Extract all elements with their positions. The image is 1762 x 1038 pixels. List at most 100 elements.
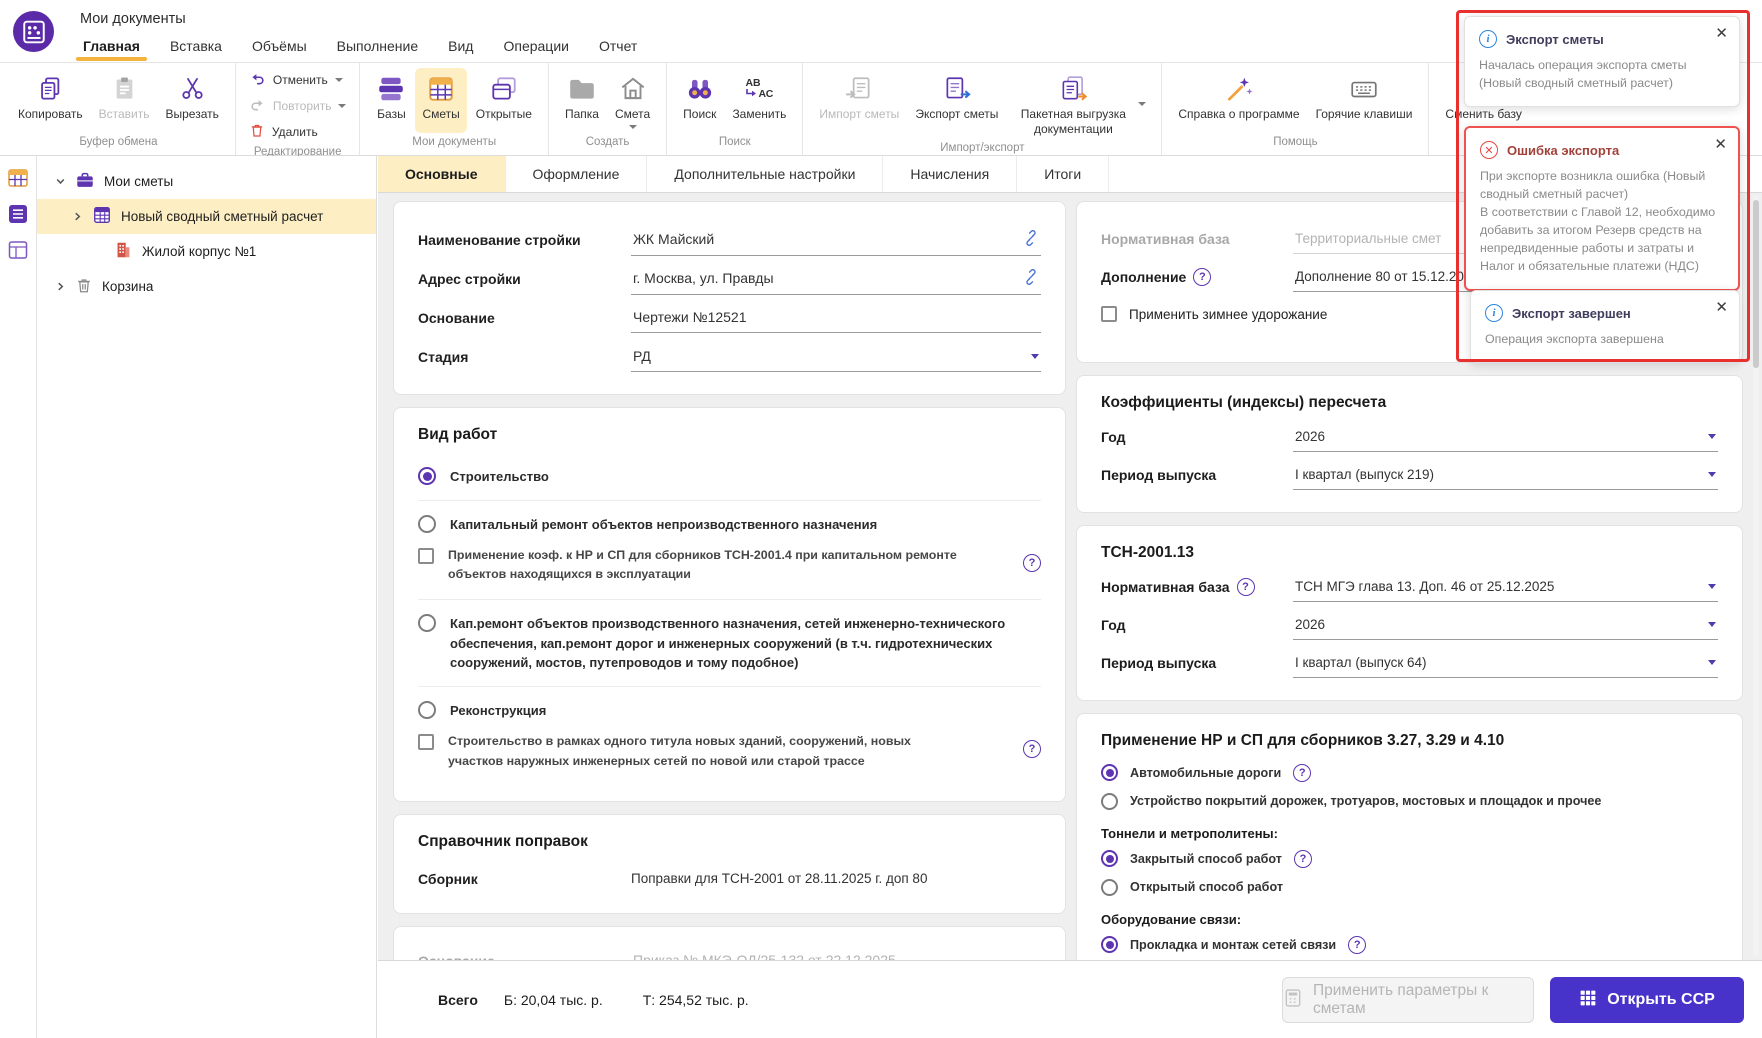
help-icon[interactable]: ? — [1293, 849, 1312, 868]
estimates-button[interactable]: Сметы — [415, 68, 467, 133]
radio-icon[interactable] — [418, 614, 436, 633]
close-icon[interactable]: ✕ — [1715, 300, 1728, 315]
strip-bases-view-icon[interactable] — [4, 164, 32, 192]
radio-icon[interactable] — [418, 700, 436, 719]
bases-button[interactable]: Базы — [369, 68, 413, 133]
ribbon-tab-report[interactable]: Отчет — [584, 29, 652, 62]
help-icon[interactable]: ? — [1193, 268, 1212, 286]
attachment-link-icon[interactable] — [1023, 229, 1039, 249]
help-icon[interactable]: ? — [1023, 554, 1041, 572]
opened-button[interactable]: Открытые — [469, 68, 539, 133]
redo-button[interactable]: Повторить — [245, 94, 351, 117]
scrollbar-thumb[interactable] — [1753, 200, 1759, 368]
radio-closed-method[interactable]: Закрытый способ работ ? — [1101, 844, 1718, 873]
search-button[interactable]: Поиск — [676, 68, 723, 133]
vertical-scrollbar[interactable] — [1753, 196, 1759, 956]
ribbon-tab-execution[interactable]: Выполнение — [322, 29, 433, 62]
checkbox-icon[interactable] — [418, 734, 434, 751]
ribbon-tab-insert[interactable]: Вставка — [155, 29, 237, 62]
construction-address-input[interactable]: г. Москва, ул. Правды — [631, 263, 1041, 295]
chevron-down-icon[interactable] — [334, 77, 343, 82]
ribbon-tab-home[interactable]: Главная — [68, 29, 155, 62]
chevron-down-icon[interactable] — [54, 176, 66, 187]
tab-main[interactable]: Основные — [378, 156, 506, 192]
import-estimate-button[interactable]: Импорт сметы — [812, 68, 906, 139]
tsn-base-select[interactable]: ТСН МГЭ глава 13. Доп. 46 от 25.12.2025 — [1293, 572, 1718, 602]
chevron-down-icon[interactable] — [1708, 472, 1716, 477]
copy-button[interactable]: Копировать — [11, 68, 90, 133]
apply-parameters-button-label: Применить параметры к сметам — [1313, 982, 1489, 1017]
radio-comm-networks[interactable]: Прокладка и монтаж сетей связи ? — [1101, 930, 1718, 959]
radio-icon[interactable] — [1101, 878, 1118, 896]
chevron-right-icon[interactable] — [54, 281, 66, 292]
help-icon[interactable]: ? — [1348, 935, 1367, 954]
checkbox-reconstruction-note[interactable]: Строительство в рамках одного титула нов… — [418, 730, 1041, 782]
ribbon-tab-view[interactable]: Вид — [433, 29, 488, 62]
tab-charges[interactable]: Начисления — [883, 156, 1018, 192]
radio-prod-repair[interactable]: Кап.ремонт объектов производственного на… — [418, 603, 1041, 683]
help-icon[interactable]: ? — [1293, 763, 1312, 782]
close-icon[interactable]: ✕ — [1714, 137, 1727, 152]
period-select[interactable]: I квартал (выпуск 219) — [1293, 460, 1718, 490]
checkbox-icon[interactable] — [418, 548, 434, 564]
radio-icon[interactable] — [1101, 764, 1118, 781]
radio-auto-roads[interactable]: Автомобильные дороги ? — [1101, 758, 1718, 787]
close-icon[interactable]: ✕ — [1715, 26, 1728, 41]
radio-icon[interactable] — [1101, 936, 1118, 953]
ribbon-tab-operations[interactable]: Операции — [488, 29, 584, 62]
open-ssr-button[interactable]: Открыть ССР — [1550, 977, 1744, 1023]
ribbon-tab-volumes[interactable]: Объёмы — [237, 29, 322, 62]
chevron-down-icon[interactable] — [628, 125, 637, 129]
tab-additional-settings[interactable]: Дополнительные настройки — [647, 156, 884, 192]
basis-input[interactable]: Чертежи №12521 — [631, 303, 1041, 333]
chevron-down-icon[interactable] — [1708, 434, 1716, 439]
chevron-down-icon[interactable] — [1031, 353, 1039, 359]
undo-button[interactable]: Отменить — [245, 68, 351, 91]
chevron-down-icon[interactable] — [1708, 584, 1716, 589]
delete-button[interactable]: Удалить — [245, 120, 351, 143]
create-folder-button[interactable]: Папка — [558, 68, 606, 133]
tree-item-trash[interactable]: Корзина — [37, 269, 376, 304]
construction-name-input[interactable]: ЖК Майский — [631, 224, 1041, 256]
tsn-year-select[interactable]: 2026 — [1293, 610, 1718, 640]
indices-basis-input[interactable]: Приказ № МКЭ-ОД/25-132 от 22.12.2025 — [631, 946, 1041, 960]
replace-button[interactable]: АВ АС Заменить — [725, 68, 793, 133]
radio-pavements[interactable]: Устройство покрытий дорожек, тротуаров, … — [1101, 787, 1718, 815]
radio-construction[interactable]: Строительство — [418, 456, 1041, 497]
strip-opened-view-icon[interactable] — [4, 236, 32, 264]
stage-select[interactable]: РД — [631, 342, 1041, 372]
help-icon[interactable]: ? — [1236, 578, 1255, 596]
tree-item-my-estimates[interactable]: Мои сметы — [37, 164, 376, 199]
paste-button[interactable]: Вставить — [92, 68, 157, 133]
tree-item-summary-estimate[interactable]: Новый сводный сметный расчет — [37, 199, 376, 234]
radio-open-method[interactable]: Открытый способ работ — [1101, 873, 1718, 901]
tab-totals[interactable]: Итоги — [1017, 156, 1110, 192]
strip-estimates-view-icon[interactable] — [4, 200, 32, 228]
chevron-down-icon[interactable] — [1708, 660, 1716, 665]
hotkeys-button[interactable]: Горячие клавиши — [1309, 68, 1420, 133]
radio-icon[interactable] — [1101, 792, 1118, 810]
batch-export-button[interactable]: Пакетная выгрузка документации — [1007, 68, 1152, 139]
apply-parameters-button[interactable]: Применить параметры к сметам — [1282, 977, 1534, 1023]
radio-icon[interactable] — [418, 467, 436, 485]
chevron-down-icon[interactable] — [338, 103, 347, 108]
radio-nonprod-repair[interactable]: Капитальный ремонт объектов непроизводст… — [418, 504, 1041, 545]
checkbox-nonprod-note[interactable]: Применение коэф. к НР и СП для сборников… — [418, 544, 1041, 596]
chevron-down-icon[interactable] — [1138, 101, 1147, 106]
tab-formatting[interactable]: Оформление — [506, 156, 648, 192]
cut-button[interactable]: Вырезать — [159, 68, 226, 133]
tree-item-building[interactable]: Жилой корпус №1 — [37, 234, 376, 269]
tsn-period-select[interactable]: I квартал (выпуск 64) — [1293, 648, 1718, 678]
radio-icon[interactable] — [1101, 850, 1118, 867]
attachment-link-icon[interactable] — [1023, 268, 1039, 288]
chevron-down-icon[interactable] — [1708, 622, 1716, 627]
chevron-right-icon[interactable] — [71, 211, 83, 222]
radio-icon[interactable] — [418, 514, 436, 533]
export-estimate-button[interactable]: Экспорт сметы — [908, 68, 1005, 139]
create-estimate-button[interactable]: Смета — [608, 68, 657, 133]
help-icon[interactable]: ? — [1023, 740, 1041, 759]
year-select[interactable]: 2026 — [1293, 422, 1718, 452]
radio-reconstruction[interactable]: Реконструкция — [418, 690, 1041, 731]
checkbox-icon[interactable] — [1101, 306, 1117, 322]
about-button[interactable]: Справка о программе — [1171, 68, 1306, 133]
